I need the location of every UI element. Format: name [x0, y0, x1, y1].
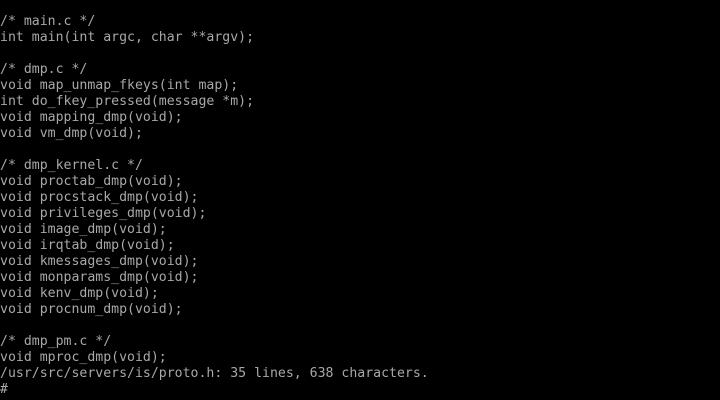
- code-line: void mapping_dmp(void);: [0, 110, 183, 125]
- shell-prompt[interactable]: #: [0, 382, 8, 398]
- code-line: void vm_dmp(void);: [0, 126, 143, 141]
- code-line: void monparams_dmp(void);: [0, 270, 199, 285]
- code-line: void map_unmap_fkeys(int map);: [0, 78, 239, 93]
- code-line: void image_dmp(void);: [0, 222, 167, 237]
- code-line: void kmessages_dmp(void);: [0, 254, 199, 269]
- editor-status-line: /usr/src/servers/is/proto.h: 35 lines, 6…: [0, 366, 429, 381]
- terminal-screen[interactable]: /* main.c */ int main(int argc, char **a…: [0, 0, 720, 400]
- code-line: void proctab_dmp(void);: [0, 174, 183, 189]
- code-line: void kenv_dmp(void);: [0, 286, 159, 301]
- code-line: /* dmp.c */: [0, 62, 88, 77]
- code-line: void procnum_dmp(void);: [0, 302, 183, 317]
- code-line: void irqtab_dmp(void);: [0, 238, 175, 253]
- code-line: int do_fkey_pressed(message *m);: [0, 94, 255, 109]
- code-line: /* main.c */: [0, 14, 96, 29]
- code-line: int main(int argc, char **argv);: [0, 30, 255, 45]
- code-line: /* dmp_kernel.c */: [0, 158, 143, 173]
- code-line: /* dmp_pm.c */: [0, 334, 112, 349]
- code-line: void procstack_dmp(void);: [0, 190, 199, 205]
- code-line: void mproc_dmp(void);: [0, 350, 167, 365]
- code-line: void privileges_dmp(void);: [0, 206, 207, 221]
